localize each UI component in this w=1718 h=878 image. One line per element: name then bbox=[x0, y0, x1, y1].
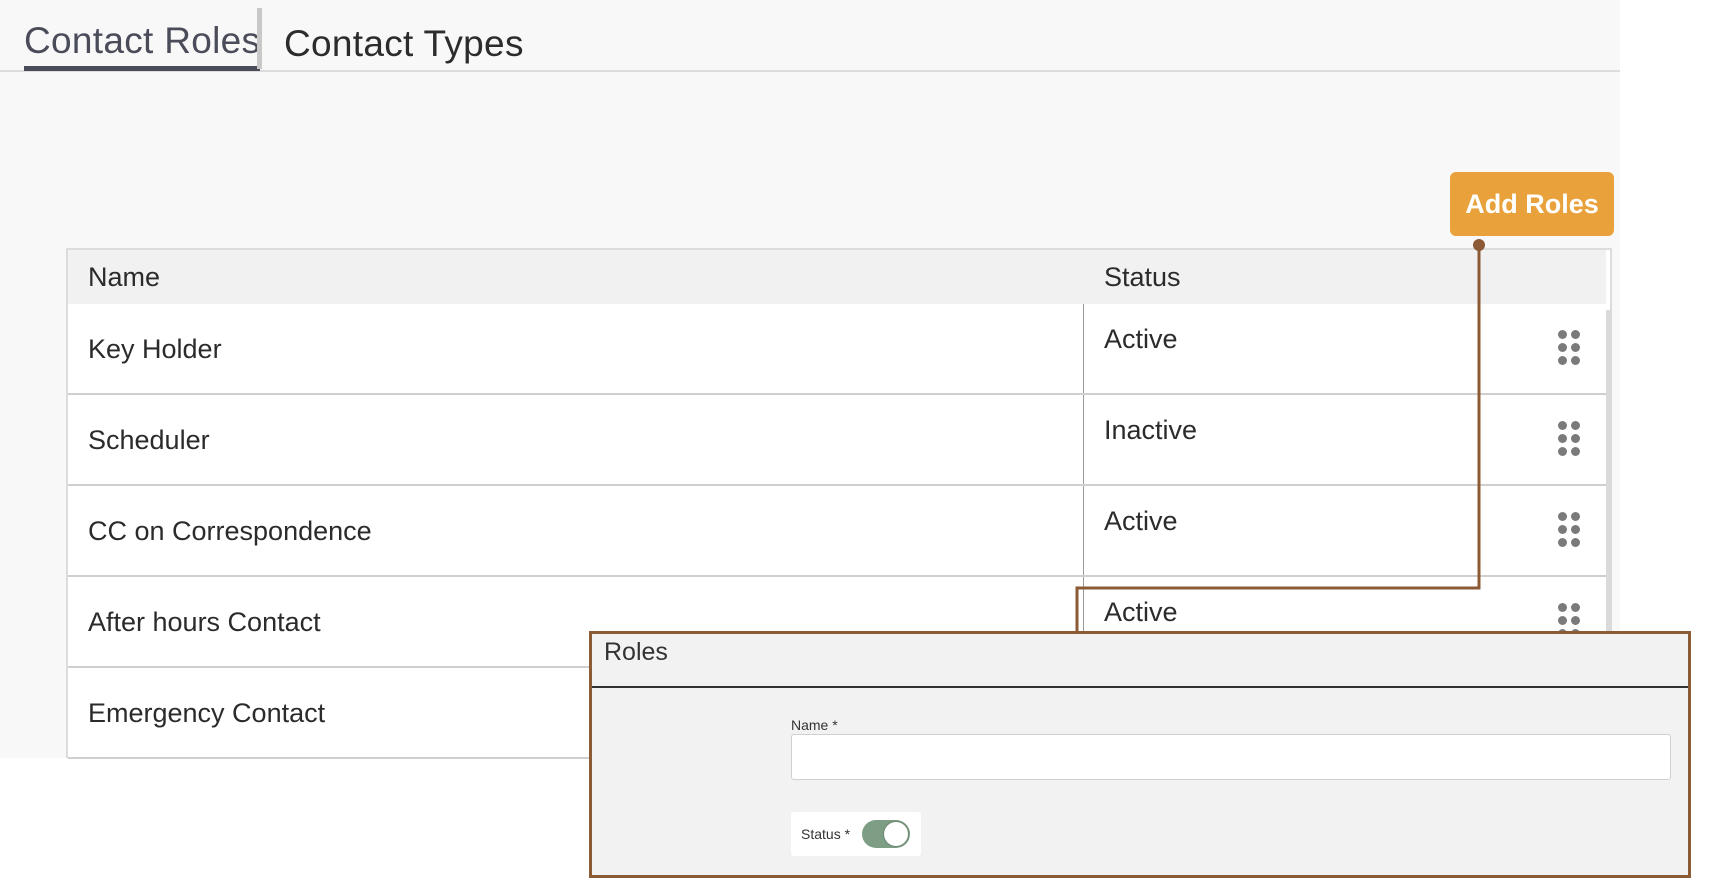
role-name: Key Holder bbox=[88, 334, 222, 364]
status-field-label: Status * bbox=[801, 826, 851, 842]
column-header-name: Name bbox=[88, 262, 161, 292]
status-toggle[interactable] bbox=[862, 820, 910, 848]
role-name: Emergency Contact bbox=[88, 698, 326, 728]
column-divider bbox=[1083, 304, 1084, 393]
table-header: Name Status bbox=[68, 250, 1606, 304]
dialog-header: Roles bbox=[592, 634, 1688, 688]
table-row[interactable]: Key Holder Active bbox=[68, 304, 1606, 395]
role-status: Active bbox=[1104, 324, 1178, 354]
drag-handle-icon[interactable] bbox=[1558, 330, 1580, 365]
role-name: CC on Correspondence bbox=[88, 516, 372, 546]
add-roles-button[interactable]: Add Roles bbox=[1450, 172, 1614, 236]
dialog-title: Roles bbox=[604, 638, 668, 666]
table-row[interactable]: Scheduler Inactive bbox=[68, 395, 1606, 486]
toggle-knob bbox=[884, 822, 908, 846]
status-field: Status * bbox=[791, 812, 921, 856]
role-name: Scheduler bbox=[88, 425, 210, 455]
name-field-label: Name * bbox=[791, 717, 838, 733]
column-divider bbox=[1083, 395, 1084, 484]
tab-bar: Contact Roles Contact Types bbox=[0, 0, 1620, 72]
roles-dialog: Roles Name * Status * bbox=[589, 631, 1691, 878]
table-row[interactable]: CC on Correspondence Active bbox=[68, 486, 1606, 577]
column-divider bbox=[1083, 486, 1084, 575]
tab-contact-types[interactable]: Contact Types bbox=[284, 23, 524, 65]
drag-handle-icon[interactable] bbox=[1558, 421, 1580, 456]
name-input[interactable] bbox=[791, 734, 1671, 780]
tab-contact-roles[interactable]: Contact Roles bbox=[24, 20, 261, 71]
drag-handle-icon[interactable] bbox=[1558, 512, 1580, 547]
role-name: After hours Contact bbox=[88, 607, 321, 637]
tab-divider bbox=[257, 8, 262, 69]
role-status: Inactive bbox=[1104, 415, 1198, 445]
role-status: Active bbox=[1104, 597, 1178, 627]
column-header-status: Status bbox=[1104, 262, 1181, 292]
role-status: Active bbox=[1104, 506, 1178, 536]
